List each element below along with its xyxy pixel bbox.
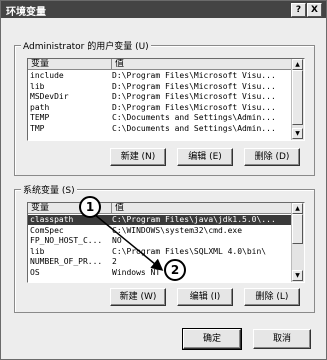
environment-variables-dialog: 环境变量 ? X Administrator 的用户变量 (U) 变量 值 in…: [0, 0, 327, 360]
arrow-line: [93, 213, 164, 271]
callout-2: 2: [164, 259, 186, 281]
callout-1: 1: [79, 196, 101, 218]
annotation-arrow: [93, 213, 164, 271]
